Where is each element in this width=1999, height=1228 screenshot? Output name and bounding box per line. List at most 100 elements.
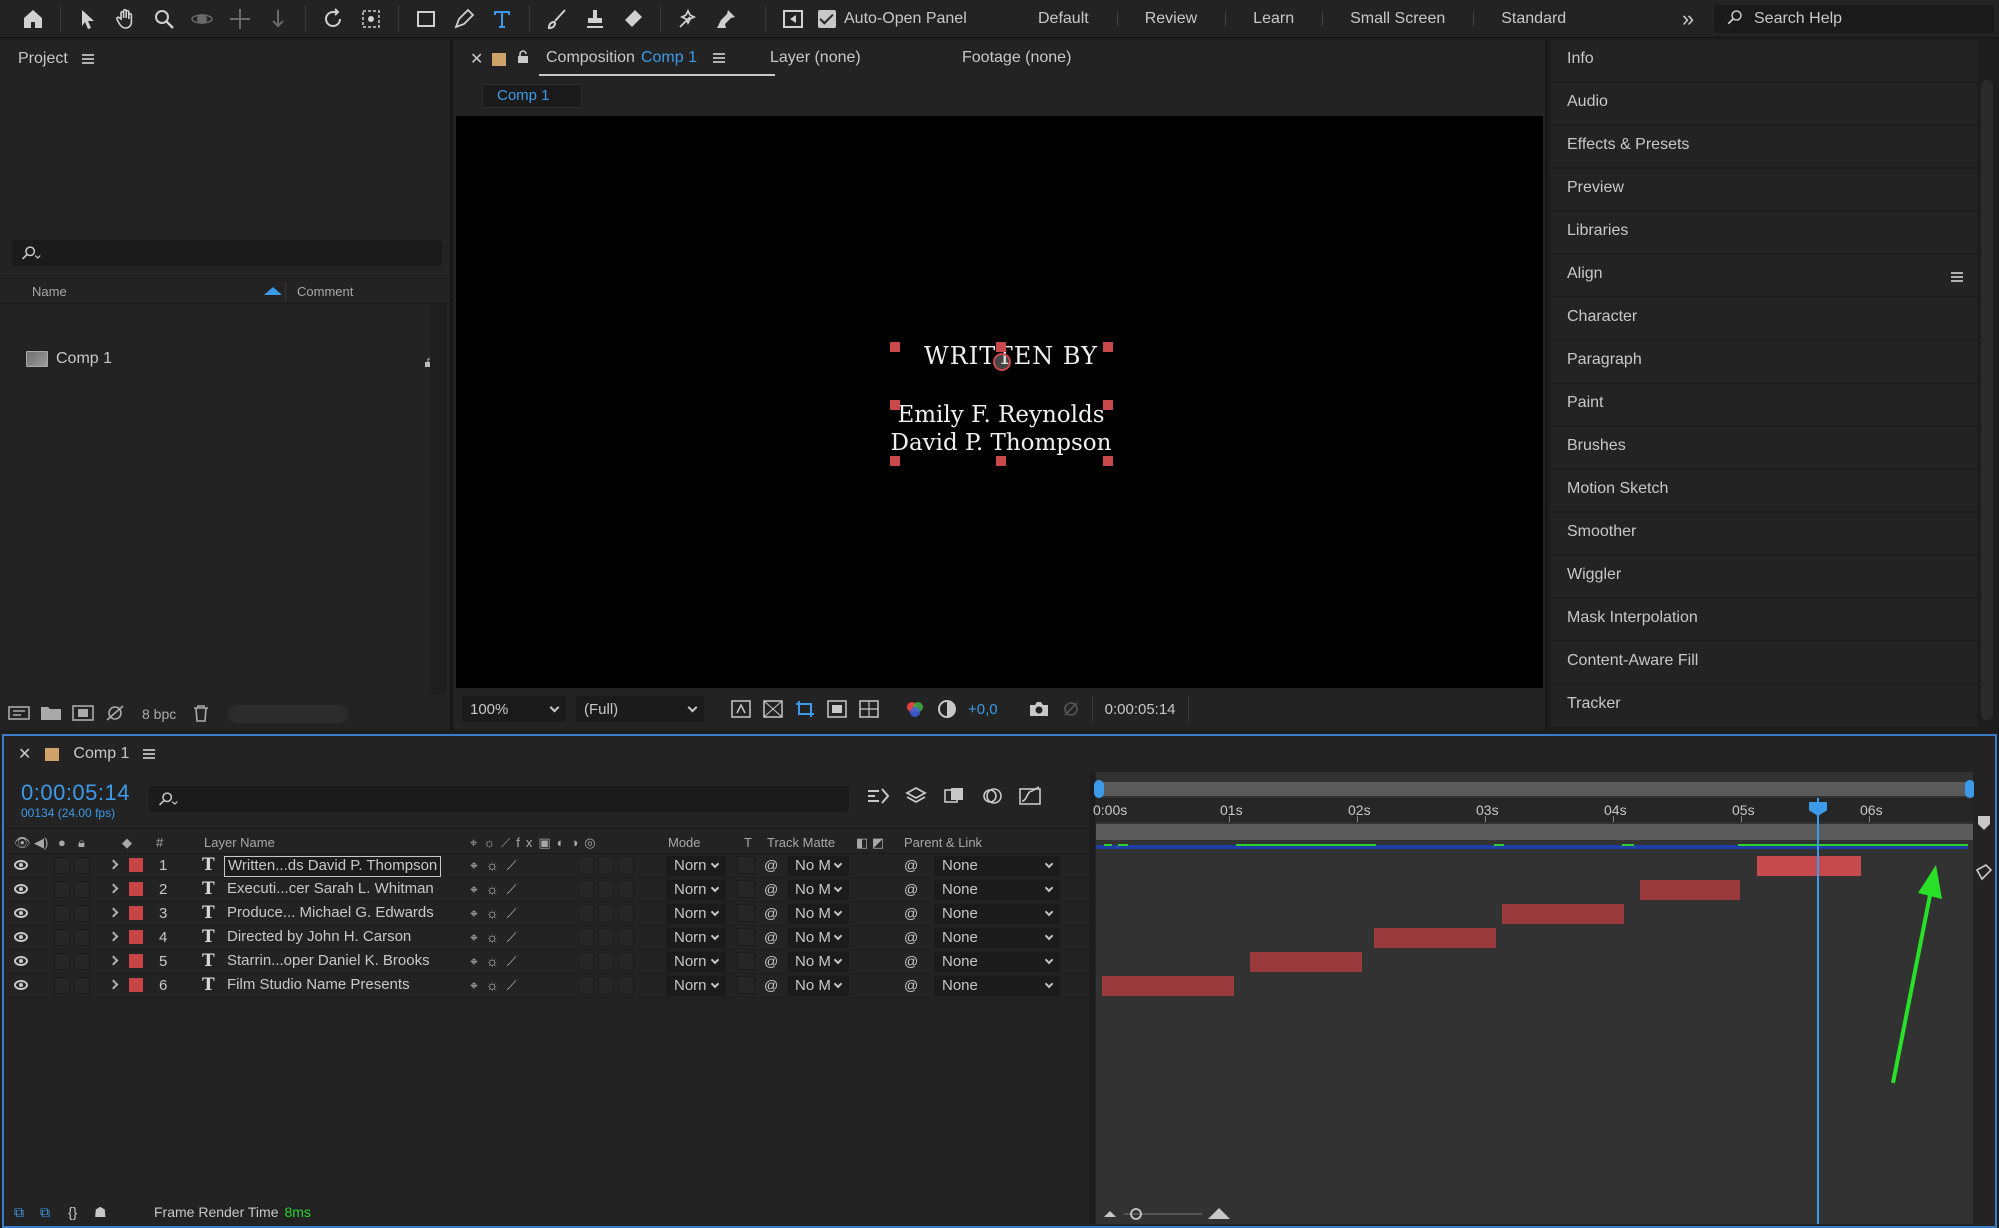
time-navigator-start-handle[interactable] bbox=[1094, 780, 1104, 798]
project-search-input[interactable] bbox=[12, 240, 442, 266]
project-settings-icon[interactable] bbox=[104, 704, 126, 725]
visibility-eye-icon[interactable] bbox=[14, 956, 28, 966]
rectangle-tool-icon[interactable] bbox=[407, 0, 445, 38]
layer-duration-bar[interactable] bbox=[1102, 976, 1234, 996]
frame-blend-switch[interactable] bbox=[598, 856, 614, 875]
close-tab-icon[interactable]: ✕ bbox=[18, 744, 31, 764]
workspace-default[interactable]: Default bbox=[1010, 0, 1117, 38]
name-column-header[interactable]: Name bbox=[32, 284, 67, 299]
clone-stamp-tool-icon[interactable] bbox=[576, 0, 614, 38]
auto-open-panel-checkbox[interactable]: Auto-Open Panel bbox=[818, 9, 967, 28]
matte-pick-whip-icon[interactable]: @ bbox=[764, 905, 778, 921]
fx-switch[interactable] bbox=[578, 880, 594, 899]
time-ruler[interactable]: 0:00s 01s 02s 03s 04s 05s 06s bbox=[1093, 798, 1973, 822]
fx-switch[interactable] bbox=[578, 904, 594, 923]
layer-switches-toggle-icon[interactable]: ⧉ bbox=[14, 1204, 24, 1221]
panel-libraries[interactable]: Libraries bbox=[1551, 212, 1977, 253]
show-snapshot-icon[interactable] bbox=[1060, 698, 1082, 720]
transform-handle[interactable] bbox=[1103, 400, 1113, 410]
solo-switch[interactable] bbox=[54, 857, 70, 874]
fx-switch[interactable] bbox=[578, 952, 594, 971]
layer-row[interactable]: 1 T Written...ds David P. Thompson ⌖☼⟋ N… bbox=[4, 854, 1089, 878]
layer-switches-icons[interactable]: ⌖☼⟋ bbox=[470, 857, 524, 874]
visibility-eye-icon[interactable] bbox=[14, 980, 28, 990]
channel-rgb-icon[interactable] bbox=[904, 698, 926, 720]
parent-pick-whip-icon[interactable]: @ bbox=[904, 881, 918, 897]
panel-mask-interpolation[interactable]: Mask Interpolation bbox=[1551, 599, 1977, 640]
resolution-dropdown[interactable]: (Full) bbox=[576, 696, 704, 722]
frame-blend-switch[interactable] bbox=[598, 928, 614, 947]
orbit-tool-icon[interactable] bbox=[183, 0, 221, 38]
hand-tool-icon[interactable] bbox=[107, 0, 145, 38]
matte-pick-whip-icon[interactable]: @ bbox=[764, 953, 778, 969]
layer-name-column-header[interactable]: Layer Name bbox=[204, 835, 275, 850]
solo-switch[interactable] bbox=[54, 977, 70, 994]
track-matte-dropdown[interactable]: No M bbox=[787, 952, 849, 972]
project-panel-title[interactable]: Project bbox=[18, 50, 68, 68]
search-help-field[interactable]: Search Help bbox=[1714, 5, 1994, 33]
type-tool-icon[interactable] bbox=[483, 0, 521, 38]
in-out-toggle-icon[interactable]: {} bbox=[68, 1204, 77, 1220]
draft-3d-icon[interactable] bbox=[904, 784, 928, 808]
delete-icon[interactable] bbox=[192, 704, 210, 725]
lock-switch[interactable] bbox=[74, 857, 90, 874]
blend-mode-dropdown[interactable]: Norn bbox=[666, 904, 726, 924]
region-of-interest-icon[interactable] bbox=[794, 698, 816, 720]
track-matte-dropdown[interactable]: No M bbox=[787, 976, 849, 996]
graph-editor-icon[interactable] bbox=[1018, 784, 1042, 808]
interpret-footage-icon[interactable] bbox=[8, 704, 30, 725]
grid-guides-icon[interactable] bbox=[858, 698, 880, 720]
new-folder-icon[interactable] bbox=[40, 704, 62, 725]
track-matte-dropdown[interactable]: No M bbox=[787, 856, 849, 876]
dolly-tool-icon[interactable] bbox=[259, 0, 297, 38]
preserve-transparency-switch[interactable] bbox=[737, 928, 755, 946]
composition-flowchart-icon[interactable] bbox=[866, 784, 890, 808]
transform-handle[interactable] bbox=[890, 400, 900, 410]
layer-duration-bar[interactable] bbox=[1502, 904, 1624, 924]
parent-dropdown[interactable]: None bbox=[934, 928, 1060, 948]
timeline-vertical-scroll[interactable] bbox=[1974, 772, 1995, 1224]
motion-blur-switch[interactable] bbox=[618, 856, 634, 875]
zoom-tool-icon[interactable] bbox=[145, 0, 183, 38]
bit-depth-button[interactable]: 8 bpc bbox=[136, 706, 182, 722]
snapshot-camera-icon[interactable] bbox=[1028, 698, 1050, 720]
transform-handle[interactable] bbox=[890, 456, 900, 466]
solo-switch[interactable] bbox=[54, 905, 70, 922]
matte-pick-whip-icon[interactable]: @ bbox=[764, 929, 778, 945]
layer-switches-icons[interactable]: ⌖☼⟋ bbox=[470, 881, 524, 898]
matte-pick-whip-icon[interactable]: @ bbox=[764, 881, 778, 897]
roto-brush-tool-icon[interactable] bbox=[669, 0, 707, 38]
fast-previews-icon[interactable] bbox=[730, 698, 752, 720]
parent-dropdown[interactable]: None bbox=[934, 880, 1060, 900]
panel-wiggler[interactable]: Wiggler bbox=[1551, 556, 1977, 597]
track-matte-column-header[interactable]: Track Matte bbox=[767, 835, 835, 850]
panel-audio[interactable]: Audio bbox=[1551, 83, 1977, 124]
motion-blur-switch[interactable] bbox=[618, 976, 634, 995]
mode-column-header[interactable]: Mode bbox=[668, 835, 701, 850]
layer-switches-icons[interactable]: ⌖☼⟋ bbox=[470, 953, 524, 970]
video-switch-header-icon[interactable]: 👁 bbox=[14, 835, 31, 851]
checkbox-checked-icon[interactable] bbox=[818, 9, 836, 28]
lock-icon[interactable] bbox=[516, 50, 530, 69]
number-column-header[interactable]: # bbox=[156, 835, 163, 850]
project-horizontal-scrollbar[interactable] bbox=[228, 705, 349, 723]
lock-switch[interactable] bbox=[74, 881, 90, 898]
timeline-zoom-slider[interactable] bbox=[1102, 1206, 1232, 1220]
render-time-toggle-icon[interactable]: ☗ bbox=[94, 1204, 107, 1221]
t-column-header[interactable]: T bbox=[744, 835, 752, 850]
layer-name[interactable]: Executi...cer Sarah L. Whitman bbox=[224, 880, 437, 901]
reset-exposure-icon[interactable] bbox=[936, 698, 958, 720]
solo-switch[interactable] bbox=[54, 881, 70, 898]
workspace-learn[interactable]: Learn bbox=[1225, 0, 1322, 38]
visibility-eye-icon[interactable] bbox=[14, 884, 28, 894]
transform-handle[interactable] bbox=[890, 342, 900, 352]
matte-pick-whip-icon[interactable]: @ bbox=[764, 857, 778, 873]
lock-switch[interactable] bbox=[74, 977, 90, 994]
preserve-transparency-switch[interactable] bbox=[737, 880, 755, 898]
blend-mode-dropdown[interactable]: Norn bbox=[666, 880, 726, 900]
right-panel-scrollbar[interactable] bbox=[1981, 80, 1993, 720]
workspace-review[interactable]: Review bbox=[1116, 0, 1225, 38]
layer-duration-bar[interactable] bbox=[1374, 928, 1496, 948]
parent-dropdown[interactable]: None bbox=[934, 952, 1060, 972]
layer-row[interactable]: 6 T Film Studio Name Presents ⌖☼⟋ Norn @… bbox=[4, 974, 1089, 998]
